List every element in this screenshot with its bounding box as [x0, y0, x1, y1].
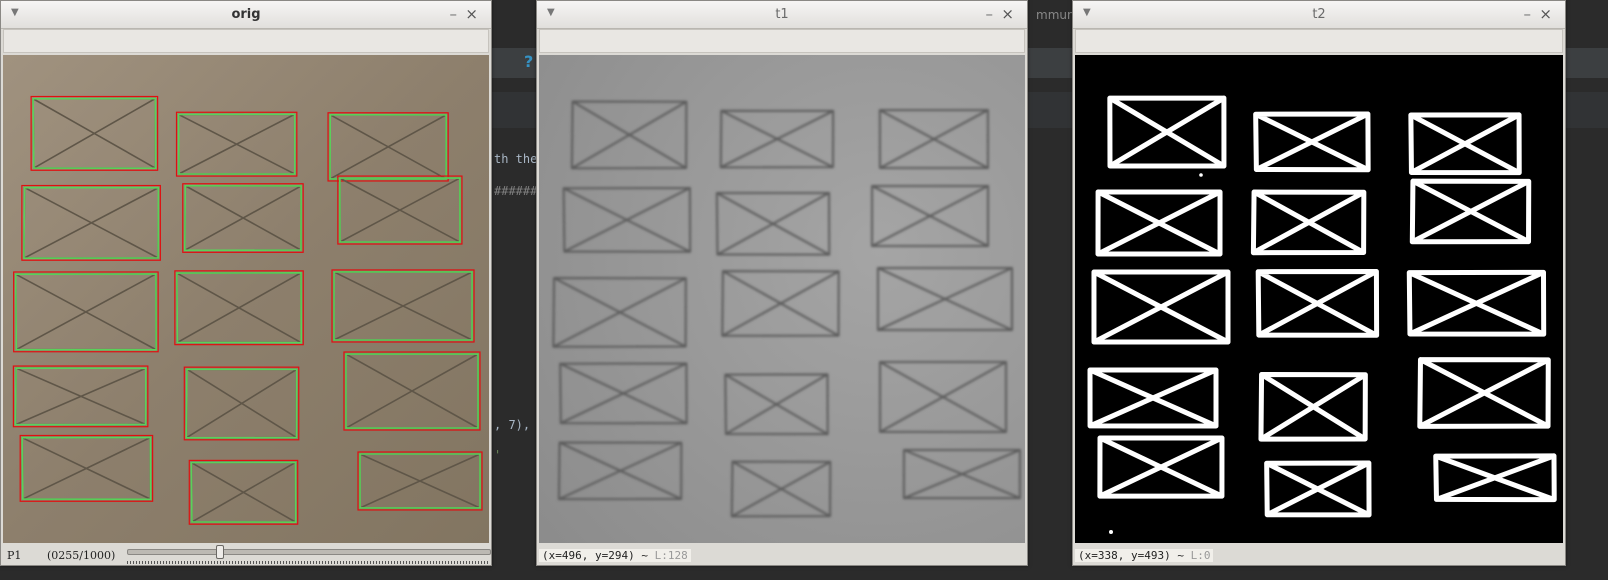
noise-speck — [1199, 173, 1203, 177]
toolbar — [1075, 29, 1563, 53]
pixel-value: L:0 — [1190, 549, 1211, 562]
trackbar-slider[interactable] — [127, 545, 491, 559]
pixel-readout: (x=338, y=493) ~ L:0 — [1075, 549, 1214, 562]
t2-image — [1075, 55, 1563, 543]
t1-window[interactable]: ▼ t1 – × (x=496, y=294) ~ L:128 — [536, 0, 1028, 566]
slider-ticks — [127, 561, 489, 564]
orig-window[interactable]: ▼ orig – × P1 (0255/1000) — [0, 0, 492, 566]
trackbar-name: P1 — [7, 549, 22, 562]
toolbar — [539, 29, 1025, 53]
t2-window[interactable]: ▼ t2 – × (x=338, y=493) ~ L:0 — [1072, 0, 1566, 566]
minimize-icon[interactable]: – — [986, 5, 994, 23]
pixel-readout: (x=496, y=294) ~ L:128 — [539, 549, 691, 562]
image-view-t1[interactable] — [539, 55, 1025, 543]
close-icon[interactable]: × — [1001, 5, 1014, 23]
image-view-orig[interactable] — [3, 55, 489, 543]
coords: (x=496, y=294) ~ — [542, 549, 648, 562]
orig-image — [3, 55, 489, 543]
window-title: t2 — [1312, 7, 1326, 22]
minimize-icon[interactable]: – — [1524, 5, 1532, 23]
image-view-t2[interactable] — [1075, 55, 1563, 543]
title-bar[interactable]: ▼ t1 – × — [537, 1, 1027, 29]
code-fragment: ' — [494, 448, 502, 462]
close-icon[interactable]: × — [1539, 5, 1552, 23]
pixel-value: L:128 — [654, 549, 688, 562]
close-icon[interactable]: × — [465, 5, 478, 23]
t1-image — [539, 55, 1025, 543]
code-fragment: th the — [494, 152, 538, 166]
help-icon[interactable]: ? — [524, 52, 533, 71]
trackbar-value: (0255/1000) — [47, 549, 116, 562]
toolbar — [3, 29, 489, 53]
slider-thumb[interactable] — [216, 545, 225, 559]
status-bar: (x=338, y=493) ~ L:0 — [1073, 545, 1565, 565]
noise-speck — [1109, 530, 1113, 534]
coords: (x=338, y=493) ~ — [1078, 549, 1184, 562]
window-title: orig — [231, 7, 261, 22]
window-title: t1 — [775, 7, 789, 22]
title-bar[interactable]: ▼ t2 – × — [1073, 1, 1565, 29]
title-bar[interactable]: ▼ orig – × — [1, 1, 491, 29]
minimize-icon[interactable]: – — [450, 5, 458, 23]
trackbar-row: P1 (0255/1000) — [1, 545, 491, 565]
status-bar: (x=496, y=294) ~ L:128 — [537, 545, 1027, 565]
